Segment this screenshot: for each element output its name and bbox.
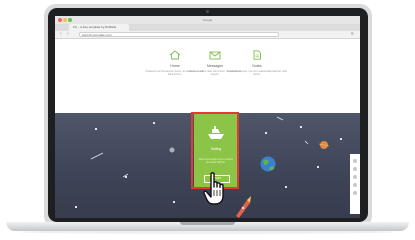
share-icon[interactable] <box>353 175 357 179</box>
card-desc: Morbi commodo nunc a libero tincidunt ef… <box>198 158 234 165</box>
rocket <box>236 196 251 218</box>
feature-notes: Notes Curabitur tempus, nisi non malesua… <box>227 50 287 76</box>
share-icon[interactable] <box>353 183 357 187</box>
feature-title: Notes <box>252 64 262 68</box>
address-bar[interactable]: www.fly-template.com/ <box>79 32 279 37</box>
browser-menu-icon[interactable]: ≡ <box>351 31 354 38</box>
card-title: Sailing <box>210 147 222 151</box>
share-icon[interactable] <box>353 159 357 163</box>
meteor-streak <box>90 152 104 160</box>
feature-desc: Curabitur tempus, nisi non malesuada pla… <box>227 70 287 77</box>
ship-icon <box>208 126 224 139</box>
forward-button[interactable]: › <box>67 31 69 38</box>
share-icon[interactable] <box>353 167 357 171</box>
back-button[interactable]: ‹ <box>60 31 62 38</box>
document-icon <box>253 50 261 60</box>
earth-planet <box>260 156 276 172</box>
window-title: Google <box>202 18 213 22</box>
orange-planet <box>318 141 330 149</box>
browser-tab[interactable]: Fly – A free template by Dribbble <box>69 24 129 31</box>
meteor-streak <box>304 140 309 145</box>
envelope-icon <box>209 51 221 60</box>
meteor-streak <box>122 173 129 178</box>
hand-pointer-cursor-icon <box>203 172 224 205</box>
laptop-camera <box>206 10 209 13</box>
laptop-notch <box>180 222 235 225</box>
meteor-streak <box>276 116 284 121</box>
home-icon <box>169 50 181 60</box>
share-icon[interactable] <box>353 191 357 195</box>
moon-planet <box>169 147 175 153</box>
